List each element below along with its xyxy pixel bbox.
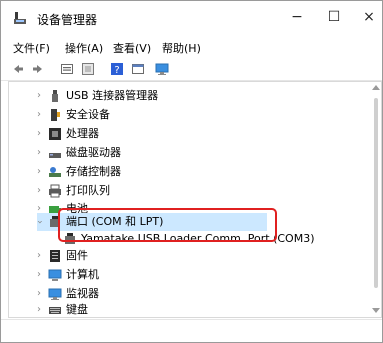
tree-item-print-queues[interactable]: › 打印队列 <box>1 182 371 200</box>
svg-text:?: ? <box>114 65 119 76</box>
tree-item-label: USB 连接器管理器 <box>66 89 159 102</box>
device-manager-window: 设备管理器 − ☐ × 文件(F) 操作(A) 查看(V) 帮助(H) ? › … <box>0 0 383 343</box>
menu-file[interactable]: 文件(F) <box>13 40 50 56</box>
toolbar: ? <box>1 58 382 81</box>
menu-action[interactable]: 操作(A) <box>65 40 103 56</box>
tree-item-security-devices[interactable]: › 安全设备 <box>1 106 371 124</box>
chevron-down-icon[interactable]: › <box>30 217 48 227</box>
chevron-right-icon[interactable]: › <box>34 106 44 124</box>
tree-item-firmware[interactable]: › 固件 <box>1 247 371 265</box>
tree-item-label: 打印队列 <box>66 184 110 197</box>
chevron-right-icon[interactable]: › <box>34 87 44 105</box>
device-manager-icon <box>14 12 26 24</box>
window-title: 设备管理器 <box>37 13 98 27</box>
tree-item-label: 键盘 <box>66 303 88 316</box>
chevron-right-icon[interactable]: › <box>34 125 44 143</box>
close-button[interactable]: × <box>354 5 383 29</box>
storage-controller-icon <box>49 167 61 177</box>
tree-item-processors[interactable]: › 处理器 <box>1 125 371 143</box>
properties-icon[interactable] <box>60 62 74 76</box>
scroll-thumb[interactable] <box>374 98 378 288</box>
menu-help[interactable]: 帮助(H) <box>162 40 201 56</box>
annotation-highlight-box <box>58 208 277 242</box>
tree-item-keyboards[interactable]: › 键盘 <box>1 301 371 319</box>
monitor-icon <box>48 288 62 300</box>
grid-icon[interactable] <box>81 62 95 76</box>
tree-item-label: 固件 <box>66 249 88 262</box>
monitor-icon[interactable] <box>155 62 169 76</box>
minimize-button[interactable]: − <box>282 5 312 29</box>
tree-item-label: 安全设备 <box>66 108 110 121</box>
menu-bar: 文件(F) 操作(A) 查看(V) 帮助(H) <box>1 36 382 58</box>
print-queue-icon <box>49 184 61 198</box>
chevron-right-icon[interactable]: › <box>34 182 44 200</box>
computer-icon <box>48 269 62 281</box>
back-icon[interactable] <box>11 62 25 76</box>
menu-view[interactable]: 查看(V) <box>113 40 151 56</box>
usb-connector-icon <box>52 90 58 102</box>
tree-item-label: 磁盘驱动器 <box>66 146 121 159</box>
chevron-right-icon[interactable]: › <box>34 301 44 319</box>
title-bar: 设备管理器 − ☐ × <box>1 1 382 35</box>
tree-item-label: 计算机 <box>66 268 99 281</box>
chevron-right-icon[interactable]: › <box>34 266 44 284</box>
view-icon[interactable] <box>131 62 145 76</box>
keyboard-icon <box>49 307 61 314</box>
scroll-up-arrow[interactable] <box>372 85 380 90</box>
firmware-icon <box>50 250 60 262</box>
processor-icon <box>49 128 61 140</box>
chevron-right-icon[interactable]: › <box>34 163 44 181</box>
maximize-button[interactable]: ☐ <box>319 5 349 29</box>
tree-item-computer[interactable]: › 计算机 <box>1 266 371 284</box>
chevron-right-icon[interactable]: › <box>34 247 44 265</box>
scroll-down-arrow[interactable] <box>372 308 380 313</box>
disk-drive-icon <box>49 153 61 158</box>
vertical-scrollbar[interactable] <box>371 82 381 317</box>
tree-item-storage-controllers[interactable]: › 存储控制器 <box>1 163 371 181</box>
security-device-icon <box>51 109 60 121</box>
tree-item-label: 存储控制器 <box>66 165 121 178</box>
status-bar <box>1 319 382 342</box>
chevron-right-icon[interactable]: › <box>34 144 44 162</box>
forward-icon[interactable] <box>31 62 45 76</box>
help-icon[interactable]: ? <box>110 62 124 76</box>
tree-item-label: 处理器 <box>66 127 99 140</box>
tree-item-disk-drives[interactable]: › 磁盘驱动器 <box>1 144 371 162</box>
tree-item-usb-connector-manager[interactable]: › USB 连接器管理器 <box>1 87 371 105</box>
